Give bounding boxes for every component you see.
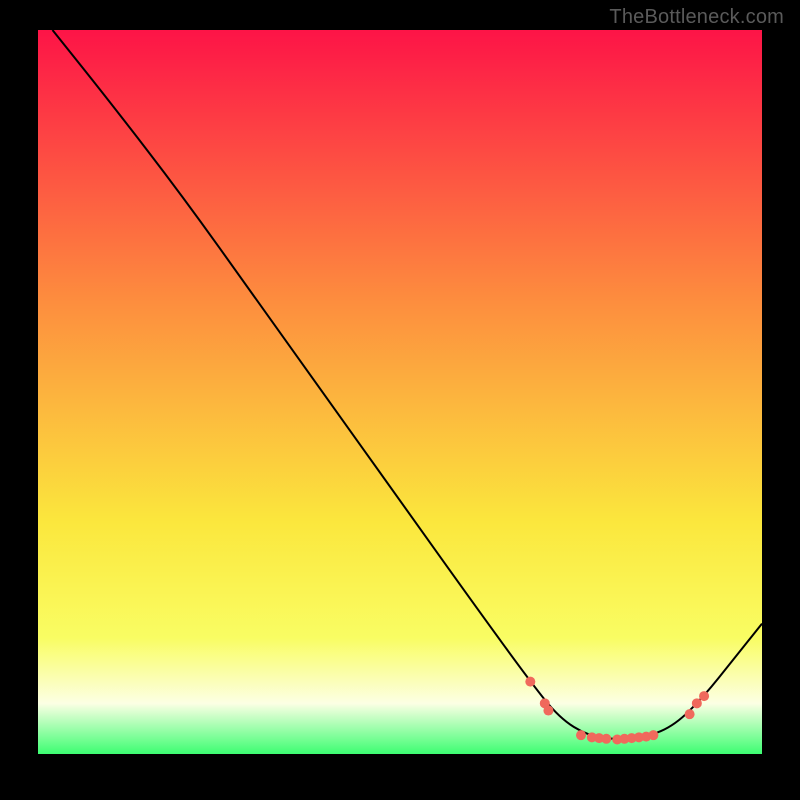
data-marker: [576, 730, 586, 740]
gradient-background: [38, 30, 762, 754]
chart-svg: [38, 30, 762, 754]
data-marker: [692, 698, 702, 708]
chart-frame: TheBottleneck.com: [0, 0, 800, 800]
attribution-label: TheBottleneck.com: [609, 6, 784, 29]
data-marker: [685, 709, 695, 719]
plot-area: [38, 30, 762, 754]
data-marker: [648, 730, 658, 740]
data-marker: [601, 734, 611, 744]
data-marker: [525, 677, 535, 687]
data-marker: [699, 691, 709, 701]
data-marker: [543, 706, 553, 716]
